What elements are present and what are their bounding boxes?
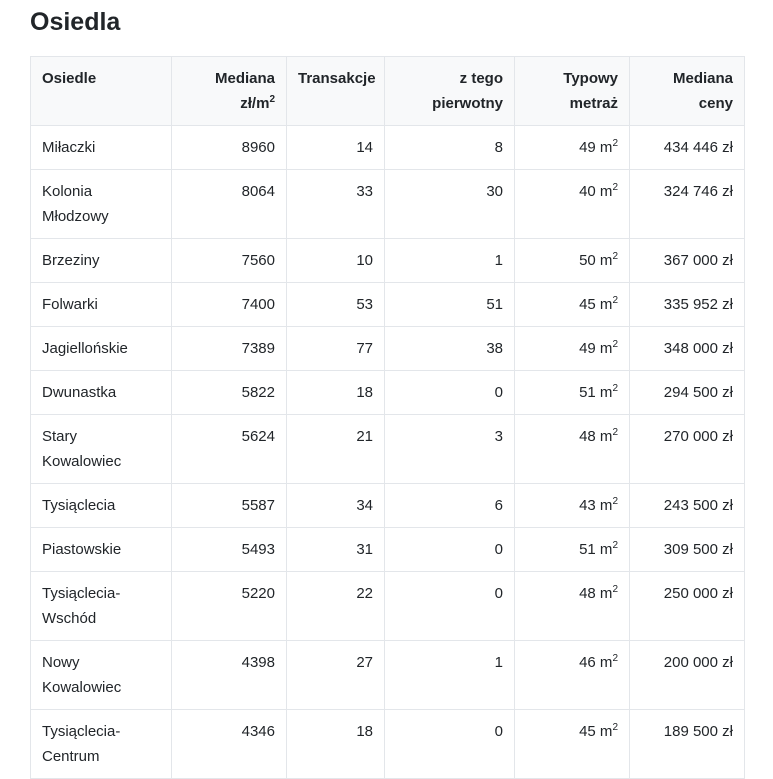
- cell-transactions: 14: [286, 125, 385, 170]
- cell-price: 348 000 zł: [629, 326, 745, 371]
- col-header-mediana-m2: Mediana zł/m2: [171, 56, 287, 126]
- cell-transactions: 18: [286, 709, 385, 779]
- cell-name: Brzeziny: [30, 238, 172, 283]
- cell-transactions: 27: [286, 640, 385, 710]
- cell-price: 367 000 zł: [629, 238, 745, 283]
- cell-primary: 1: [384, 640, 515, 710]
- cell-price: 200 000 zł: [629, 640, 745, 710]
- cell-price: 294 500 zł: [629, 370, 745, 415]
- cell-price: 335 952 zł: [629, 282, 745, 327]
- table-row: Dwunastka 5822 18 0 51 m2 294 500 zł: [30, 370, 745, 415]
- col-header-osiedle: Osiedle: [30, 56, 172, 126]
- cell-primary: 30: [384, 169, 515, 239]
- cell-name: Miłaczki: [30, 125, 172, 170]
- cell-name: Tysiąclecia: [30, 483, 172, 528]
- cell-area: 51 m2: [514, 527, 630, 572]
- cell-area: 45 m2: [514, 282, 630, 327]
- districts-table: Osiedle Mediana zł/m2 Transakcje z tego pi…: [30, 56, 745, 779]
- col-header-metraz: Typowy metraż: [514, 56, 630, 126]
- cell-primary: 6: [384, 483, 515, 528]
- cell-area: 49 m2: [514, 125, 630, 170]
- cell-median-m2: 4398: [171, 640, 287, 710]
- cell-transactions: 22: [286, 571, 385, 641]
- page: Osiedla Osiedle Mediana zł/m2 Transakcje …: [0, 0, 773, 779]
- cell-name: Dwunastka: [30, 370, 172, 415]
- col-header-pierwotny: z tego pierwotny: [384, 56, 515, 126]
- cell-transactions: 10: [286, 238, 385, 283]
- cell-name: Tysiąclecia-Centrum: [30, 709, 172, 779]
- cell-name: Folwarki: [30, 282, 172, 327]
- table-row: Nowy Kowalowiec 4398 27 1 46 m2 200 000 …: [30, 640, 745, 710]
- table-row: Tysiąclecia-Centrum 4346 18 0 45 m2 189 …: [30, 709, 745, 779]
- cell-median-m2: 4346: [171, 709, 287, 779]
- cell-area: 48 m2: [514, 571, 630, 641]
- table-row: Tysiąclecia-Wschód 5220 22 0 48 m2 250 0…: [30, 571, 745, 641]
- cell-primary: 0: [384, 370, 515, 415]
- table-header-row: Osiedle Mediana zł/m2 Transakcje z tego pi…: [30, 56, 745, 126]
- cell-transactions: 77: [286, 326, 385, 371]
- cell-median-m2: 5220: [171, 571, 287, 641]
- cell-name: Jagiellońskie: [30, 326, 172, 371]
- cell-median-m2: 5587: [171, 483, 287, 528]
- cell-median-m2: 7560: [171, 238, 287, 283]
- cell-median-m2: 8960: [171, 125, 287, 170]
- cell-area: 45 m2: [514, 709, 630, 779]
- cell-primary: 3: [384, 414, 515, 484]
- cell-transactions: 18: [286, 370, 385, 415]
- cell-primary: 51: [384, 282, 515, 327]
- cell-primary: 38: [384, 326, 515, 371]
- cell-area: 49 m2: [514, 326, 630, 371]
- table-row: Jagiellońskie 7389 77 38 49 m2 348 000 z…: [30, 326, 745, 371]
- cell-median-m2: 5493: [171, 527, 287, 572]
- cell-median-m2: 5822: [171, 370, 287, 415]
- cell-name: Kolonia Młodzowy: [30, 169, 172, 239]
- cell-price: 324 746 zł: [629, 169, 745, 239]
- cell-area: 40 m2: [514, 169, 630, 239]
- cell-area: 50 m2: [514, 238, 630, 283]
- cell-median-m2: 8064: [171, 169, 287, 239]
- table-row: Kolonia Młodzowy 8064 33 30 40 m2 324 74…: [30, 169, 745, 239]
- cell-name: Stary Kowalowiec: [30, 414, 172, 484]
- cell-primary: 0: [384, 527, 515, 572]
- cell-transactions: 21: [286, 414, 385, 484]
- cell-transactions: 33: [286, 169, 385, 239]
- table-row: Stary Kowalowiec 5624 21 3 48 m2 270 000…: [30, 414, 745, 484]
- cell-area: 51 m2: [514, 370, 630, 415]
- cell-median-m2: 7400: [171, 282, 287, 327]
- cell-area: 43 m2: [514, 483, 630, 528]
- cell-median-m2: 7389: [171, 326, 287, 371]
- cell-area: 46 m2: [514, 640, 630, 710]
- cell-price: 250 000 zł: [629, 571, 745, 641]
- table-row: Piastowskie 5493 31 0 51 m2 309 500 zł: [30, 527, 745, 572]
- cell-primary: 0: [384, 709, 515, 779]
- cell-area: 48 m2: [514, 414, 630, 484]
- cell-name: Tysiąclecia-Wschód: [30, 571, 172, 641]
- cell-transactions: 31: [286, 527, 385, 572]
- cell-price: 243 500 zł: [629, 483, 745, 528]
- cell-price: 434 446 zł: [629, 125, 745, 170]
- cell-transactions: 53: [286, 282, 385, 327]
- table-row: Brzeziny 7560 10 1 50 m2 367 000 zł: [30, 238, 745, 283]
- col-header-cena: Mediana ceny: [629, 56, 745, 126]
- col-header-transakcje: Transakcje: [286, 56, 385, 126]
- cell-primary: 1: [384, 238, 515, 283]
- cell-price: 270 000 zł: [629, 414, 745, 484]
- page-title: Osiedla: [30, 8, 121, 36]
- cell-price: 189 500 zł: [629, 709, 745, 779]
- cell-median-m2: 5624: [171, 414, 287, 484]
- table-row: Folwarki 7400 53 51 45 m2 335 952 zł: [30, 282, 745, 327]
- cell-name: Nowy Kowalowiec: [30, 640, 172, 710]
- table-row: Tysiąclecia 5587 34 6 43 m2 243 500 zł: [30, 483, 745, 528]
- table-row: Miłaczki 8960 14 8 49 m2 434 446 zł: [30, 125, 745, 170]
- cell-name: Piastowskie: [30, 527, 172, 572]
- cell-primary: 8: [384, 125, 515, 170]
- cell-price: 309 500 zł: [629, 527, 745, 572]
- cell-primary: 0: [384, 571, 515, 641]
- cell-transactions: 34: [286, 483, 385, 528]
